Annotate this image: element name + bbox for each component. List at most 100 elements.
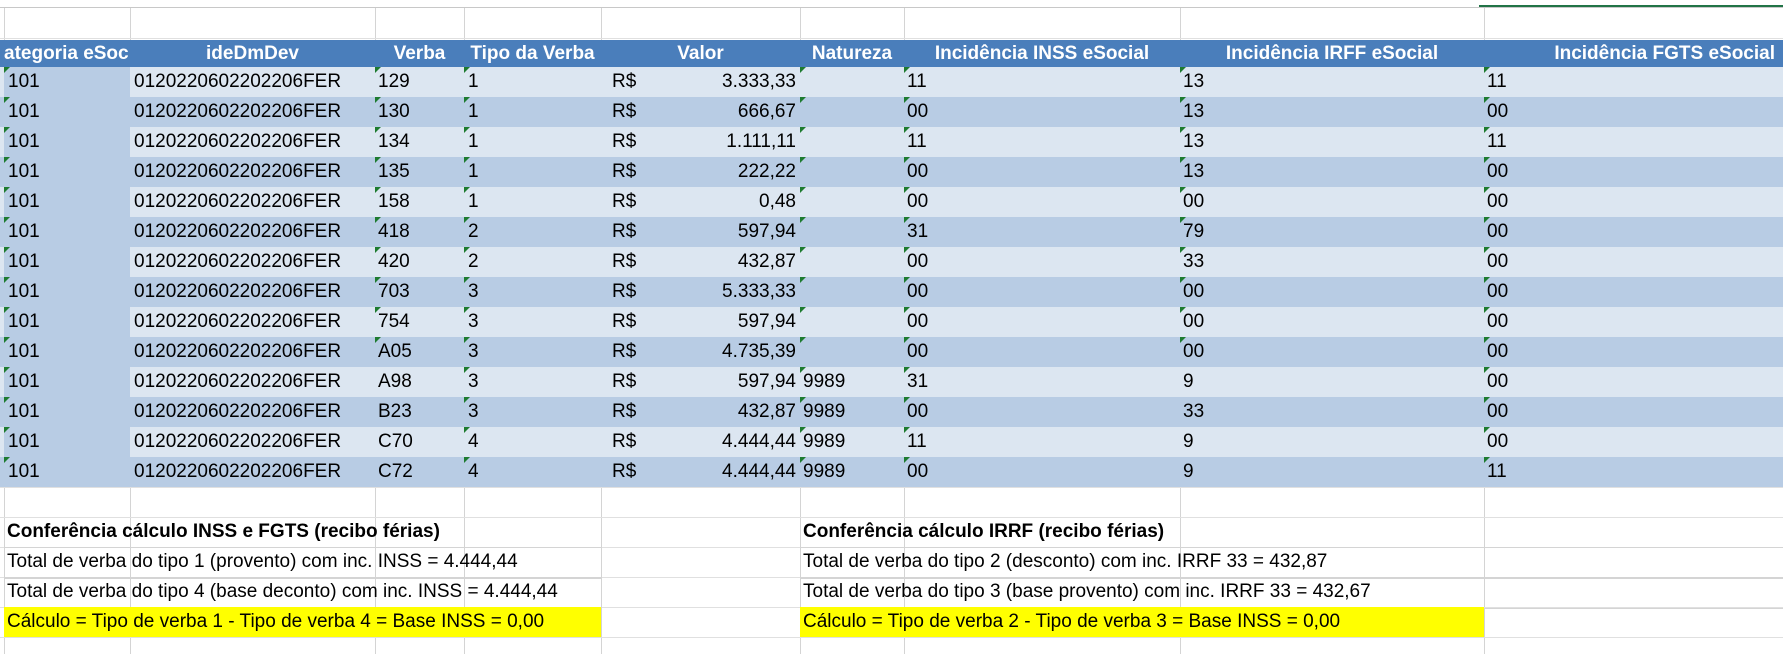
cell-valor[interactable]: 597,94 [640, 307, 796, 337]
cell-natureza[interactable]: 9989 [800, 367, 845, 397]
cell-natureza[interactable] [800, 277, 806, 307]
cell-irrf[interactable]: 9 [1180, 367, 1194, 397]
cell-irrf[interactable]: 33 [1180, 397, 1204, 427]
cell-verba[interactable]: 158 [375, 187, 410, 217]
cell-categoria[interactable]: 101 [4, 427, 130, 457]
cell-moeda[interactable]: R$ [612, 157, 636, 187]
cell-verba[interactable]: A98 [375, 367, 412, 397]
cell-categoria[interactable]: 101 [4, 97, 130, 127]
cell-categoria[interactable]: 101 [4, 67, 130, 97]
cell-fgts[interactable]: 00 [1484, 187, 1508, 217]
cell-fgts[interactable]: 00 [1484, 277, 1508, 307]
cell-irrf[interactable]: 33 [1180, 247, 1204, 277]
col-header-verba[interactable]: Verba [375, 40, 464, 67]
col-header-irrf[interactable]: Incidência IRFF eSocial [1180, 40, 1484, 67]
cell-categoria[interactable]: 101 [4, 157, 130, 187]
cell-idedmdev[interactable]: 0120220602202206FER [134, 217, 341, 247]
cell-categoria[interactable]: 101 [4, 457, 130, 487]
cell-valor[interactable]: 597,94 [640, 217, 796, 247]
cell-verba[interactable]: 703 [375, 277, 410, 307]
cell-tipo[interactable]: 3 [464, 397, 479, 427]
cell-moeda[interactable]: R$ [612, 307, 636, 337]
cell-natureza[interactable] [800, 217, 806, 247]
cell-fgts[interactable]: 11 [1484, 127, 1507, 157]
cell-irrf[interactable]: 00 [1180, 337, 1204, 367]
cell-inss[interactable]: 31 [904, 367, 928, 397]
cell-irrf[interactable]: 00 [1180, 307, 1204, 337]
cell-valor[interactable]: 4.735,39 [640, 337, 796, 367]
cell-natureza[interactable] [800, 157, 806, 187]
cell-tipo[interactable]: 1 [464, 157, 479, 187]
cell-fgts[interactable]: 00 [1484, 157, 1508, 187]
cell-tipo[interactable]: 3 [464, 337, 479, 367]
cell-categoria[interactable]: 101 [4, 187, 130, 217]
cell-categoria[interactable]: 101 [4, 277, 130, 307]
cell-natureza[interactable]: 9989 [800, 457, 845, 487]
cell-categoria[interactable]: 101 [4, 337, 130, 367]
cell-categoria[interactable]: 101 [4, 217, 130, 247]
cell-irrf[interactable]: 9 [1180, 427, 1194, 457]
cell-fgts[interactable]: 00 [1484, 217, 1508, 247]
cell-moeda[interactable]: R$ [612, 277, 636, 307]
cell-tipo[interactable]: 1 [464, 187, 479, 217]
cell-tipo[interactable]: 4 [464, 457, 479, 487]
cell-categoria[interactable]: 101 [4, 247, 130, 277]
cell-verba[interactable]: B23 [375, 397, 412, 427]
cell-fgts[interactable]: 00 [1484, 247, 1508, 277]
cell-valor[interactable]: 666,67 [640, 97, 796, 127]
summary-inss-title[interactable]: Conferência cálculo INSS e FGTS (recibo … [7, 517, 440, 547]
cell-moeda[interactable]: R$ [612, 217, 636, 247]
cell-fgts[interactable]: 00 [1484, 367, 1508, 397]
cell-idedmdev[interactable]: 0120220602202206FER [134, 187, 341, 217]
cell-moeda[interactable]: R$ [612, 67, 636, 97]
cell-inss[interactable]: 00 [904, 337, 928, 367]
col-header-tipo-verba[interactable]: Tipo da Verba [464, 40, 601, 67]
cell-fgts[interactable]: 11 [1484, 457, 1507, 487]
cell-natureza[interactable]: 9989 [800, 427, 845, 457]
col-header-categoria[interactable]: ategoria eSoci [4, 40, 128, 67]
cell-moeda[interactable]: R$ [612, 427, 636, 457]
cell-tipo[interactable]: 1 [464, 127, 479, 157]
summary-inss-result[interactable]: Cálculo = Tipo de verba 1 - Tipo de verb… [4, 607, 601, 637]
cell-inss[interactable]: 00 [904, 397, 928, 427]
cell-categoria[interactable]: 101 [4, 127, 130, 157]
cell-natureza[interactable] [800, 127, 806, 157]
cell-verba[interactable]: 135 [375, 157, 410, 187]
cell-fgts[interactable]: 00 [1484, 337, 1508, 367]
cell-verba[interactable]: 134 [375, 127, 410, 157]
cell-fgts[interactable]: 11 [1484, 67, 1507, 97]
cell-irrf[interactable]: 79 [1180, 217, 1204, 247]
cell-inss[interactable]: 00 [904, 277, 928, 307]
cell-natureza[interactable] [800, 247, 806, 277]
summary-irrf-line2[interactable]: Total de verba do tipo 3 (base provento)… [803, 577, 1371, 607]
cell-idedmdev[interactable]: 0120220602202206FER [134, 247, 341, 277]
cell-moeda[interactable]: R$ [612, 337, 636, 367]
cell-idedmdev[interactable]: 0120220602202206FER [134, 97, 341, 127]
cell-inss[interactable]: 31 [904, 217, 928, 247]
col-header-natureza[interactable]: Natureza [800, 40, 904, 67]
cell-verba[interactable]: C72 [375, 457, 413, 487]
cell-irrf[interactable]: 9 [1180, 457, 1194, 487]
col-header-valor[interactable]: Valor [601, 40, 800, 67]
cell-verba[interactable]: 420 [375, 247, 410, 277]
cell-irrf[interactable]: 13 [1180, 67, 1204, 97]
cell-valor[interactable]: 4.444,44 [640, 427, 796, 457]
cell-tipo[interactable]: 3 [464, 277, 479, 307]
cell-natureza[interactable] [800, 97, 806, 127]
cell-natureza[interactable] [800, 187, 806, 217]
cell-inss[interactable]: 00 [904, 457, 928, 487]
cell-verba[interactable]: A05 [375, 337, 412, 367]
cell-tipo[interactable]: 3 [464, 307, 479, 337]
cell-irrf[interactable]: 13 [1180, 127, 1204, 157]
cell-verba[interactable]: 418 [375, 217, 410, 247]
col-header-idedmdev[interactable]: ideDmDev [130, 40, 375, 67]
cell-moeda[interactable]: R$ [612, 97, 636, 127]
cell-valor[interactable]: 222,22 [640, 157, 796, 187]
cell-valor[interactable]: 5.333,33 [640, 277, 796, 307]
cell-fgts[interactable]: 00 [1484, 427, 1508, 457]
summary-irrf-title[interactable]: Conferência cálculo IRRF (recibo férias) [803, 517, 1164, 547]
cell-idedmdev[interactable]: 0120220602202206FER [134, 277, 341, 307]
cell-idedmdev[interactable]: 0120220602202206FER [134, 307, 341, 337]
cell-categoria[interactable]: 101 [4, 307, 130, 337]
summary-irrf-line1[interactable]: Total de verba do tipo 2 (desconto) com … [803, 547, 1327, 577]
